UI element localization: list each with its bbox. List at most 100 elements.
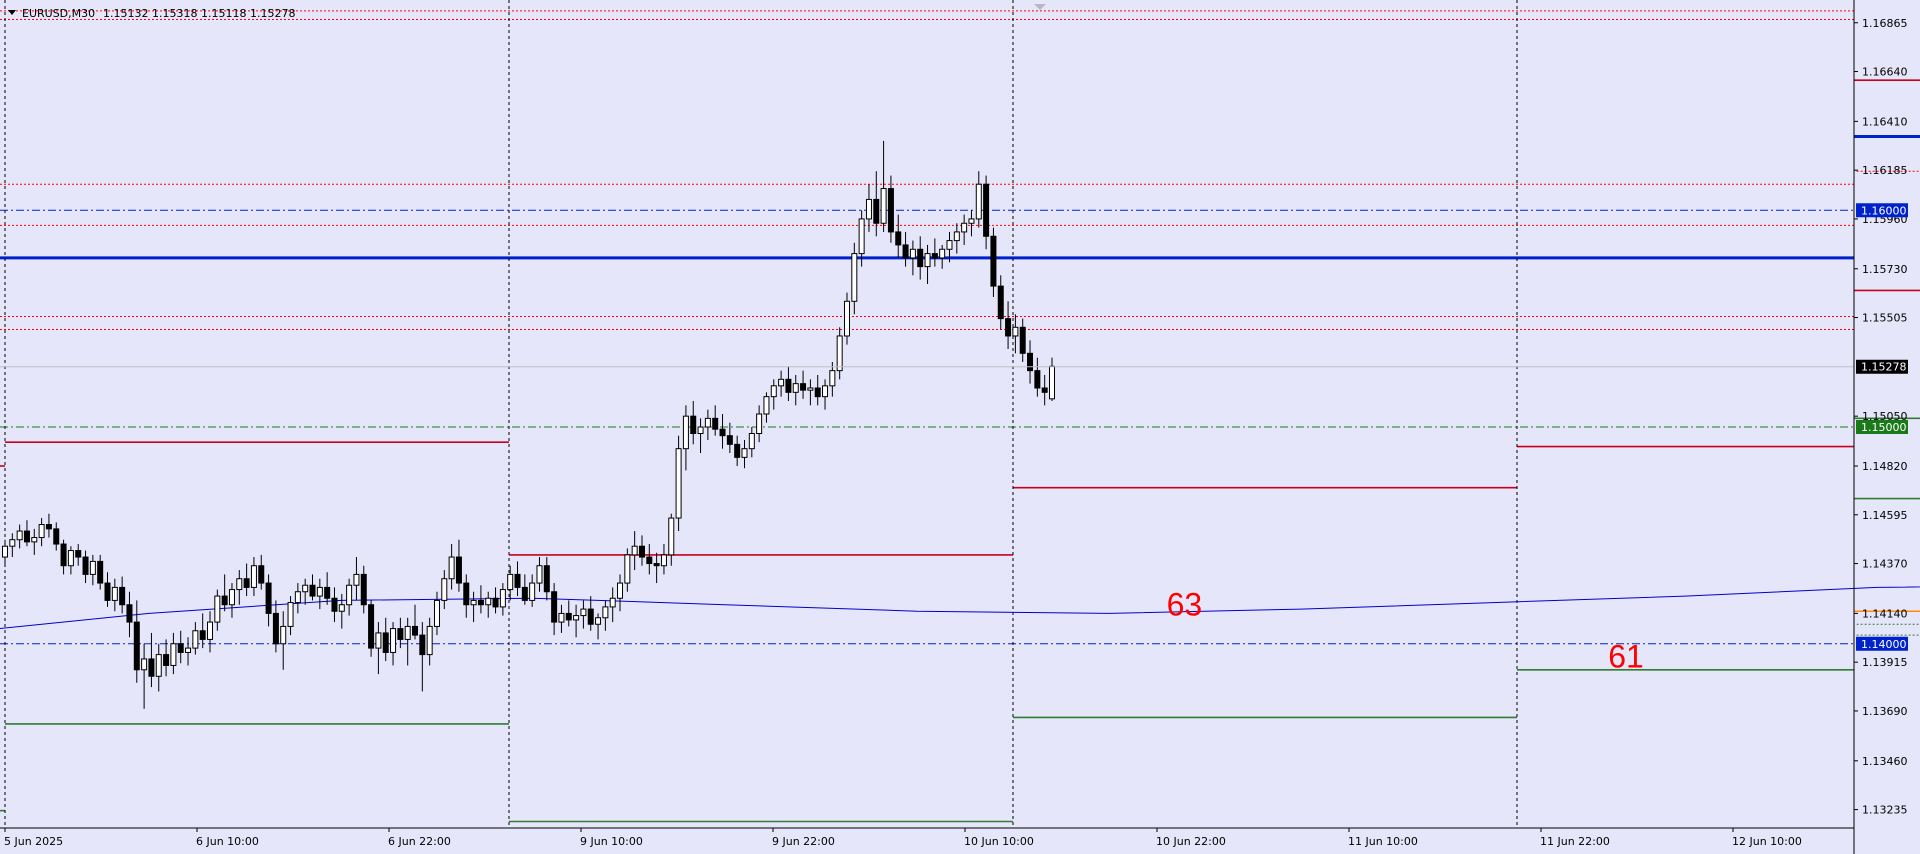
candle-body[interactable]: [309, 584, 316, 597]
candle-body[interactable]: [697, 426, 704, 435]
candle-body[interactable]: [565, 612, 572, 621]
candle-body[interactable]: [668, 517, 675, 556]
candle-body[interactable]: [997, 285, 1004, 320]
candle-body[interactable]: [141, 658, 148, 671]
candle-body[interactable]: [551, 591, 558, 623]
candle-body[interactable]: [843, 300, 850, 337]
candle-body[interactable]: [946, 240, 953, 250]
candle-body[interactable]: [690, 415, 697, 435]
candle-body[interactable]: [975, 183, 982, 220]
candle-body[interactable]: [163, 654, 170, 666]
candle-body[interactable]: [455, 556, 462, 584]
candle-body[interactable]: [719, 428, 726, 437]
candle-body[interactable]: [272, 612, 279, 645]
candle-body[interactable]: [800, 383, 807, 391]
candle-body[interactable]: [953, 231, 960, 242]
candle-body[interactable]: [375, 632, 382, 649]
candle-body[interactable]: [390, 628, 397, 653]
candle-body[interactable]: [851, 253, 858, 302]
candle-body[interactable]: [258, 565, 265, 584]
candle-body[interactable]: [712, 417, 719, 430]
candle-body[interactable]: [185, 647, 192, 653]
candle-body[interactable]: [9, 539, 16, 547]
candle-body[interactable]: [265, 582, 272, 614]
candle-body[interactable]: [302, 584, 309, 593]
candle-body[interactable]: [38, 524, 45, 539]
candle-body[interactable]: [243, 578, 250, 588]
candle-body[interactable]: [236, 578, 243, 591]
candle-body[interactable]: [536, 565, 543, 584]
candle-body[interactable]: [133, 621, 140, 671]
candle-body[interactable]: [961, 222, 968, 233]
candle-body[interactable]: [1027, 352, 1034, 372]
candle-body[interactable]: [792, 383, 799, 393]
candle-body[interactable]: [1041, 387, 1048, 393]
candle-body[interactable]: [45, 524, 52, 530]
candle-body[interactable]: [587, 608, 594, 625]
candle-body[interactable]: [23, 530, 30, 543]
candle-body[interactable]: [1049, 365, 1055, 400]
candle-body[interactable]: [858, 218, 865, 255]
candle-body[interactable]: [1012, 326, 1019, 337]
candle-body[interactable]: [931, 253, 938, 259]
candle-body[interactable]: [16, 530, 23, 541]
candle-body[interactable]: [250, 565, 257, 588]
candle-body[interactable]: [499, 589, 506, 608]
candle-body[interactable]: [521, 586, 528, 601]
candle-body[interactable]: [368, 604, 375, 649]
candle-body[interactable]: [404, 625, 411, 640]
candle-body[interactable]: [917, 248, 924, 268]
candle-body[interactable]: [829, 370, 836, 387]
candle-body[interactable]: [939, 248, 946, 259]
candle-body[interactable]: [1005, 318, 1012, 337]
candle-body[interactable]: [873, 198, 880, 224]
candle-body[interactable]: [82, 556, 89, 575]
candle-body[interactable]: [726, 435, 733, 445]
candle-body[interactable]: [741, 448, 748, 458]
candle-body[interactable]: [207, 621, 214, 640]
candle-body[interactable]: [199, 630, 206, 640]
candle-body[interactable]: [1034, 370, 1041, 389]
candle-body[interactable]: [822, 385, 829, 398]
candle-body[interactable]: [734, 443, 741, 458]
candle-body[interactable]: [148, 658, 155, 677]
candle-body[interactable]: [704, 417, 711, 428]
candle-body[interactable]: [331, 597, 338, 612]
candle-body[interactable]: [778, 378, 785, 387]
candle-body[interactable]: [463, 582, 470, 606]
candle-body[interactable]: [60, 543, 67, 567]
candle-body[interactable]: [104, 582, 111, 601]
candle-body[interactable]: [748, 433, 755, 450]
candle-body[interactable]: [902, 244, 909, 259]
candle-body[interactable]: [887, 188, 894, 233]
candle-body[interactable]: [426, 625, 433, 656]
candle-body[interactable]: [682, 415, 689, 450]
candle-body[interactable]: [968, 218, 975, 224]
candle-body[interactable]: [324, 586, 331, 599]
candle-body[interactable]: [89, 560, 96, 575]
candle-body[interactable]: [477, 599, 484, 606]
candle-body[interactable]: [338, 604, 345, 612]
candle-body[interactable]: [756, 413, 763, 435]
candle-body[interactable]: [624, 554, 631, 584]
candle-body[interactable]: [763, 396, 770, 415]
candle-body[interactable]: [177, 643, 184, 653]
candle-body[interactable]: [192, 630, 199, 649]
candle-body[interactable]: [170, 643, 177, 666]
candle-body[interactable]: [909, 248, 916, 259]
candle-body[interactable]: [287, 602, 294, 627]
candle-body[interactable]: [228, 589, 235, 606]
candle-body[interactable]: [580, 608, 587, 617]
candle-body[interactable]: [111, 586, 118, 601]
candle-body[interactable]: [346, 584, 353, 606]
price-chart[interactable]: 6361617771 1.168651.166401.164101.161851…: [0, 0, 1920, 854]
candle-body[interactable]: [412, 625, 419, 636]
candle-body[interactable]: [807, 387, 814, 391]
candle-body[interactable]: [119, 586, 126, 606]
candle-body[interactable]: [97, 560, 104, 584]
candle-body[interactable]: [75, 550, 82, 558]
candle-body[interactable]: [316, 586, 323, 597]
candle-body[interactable]: [617, 582, 624, 599]
candle-body[interactable]: [382, 632, 389, 653]
candle-body[interactable]: [653, 563, 660, 567]
